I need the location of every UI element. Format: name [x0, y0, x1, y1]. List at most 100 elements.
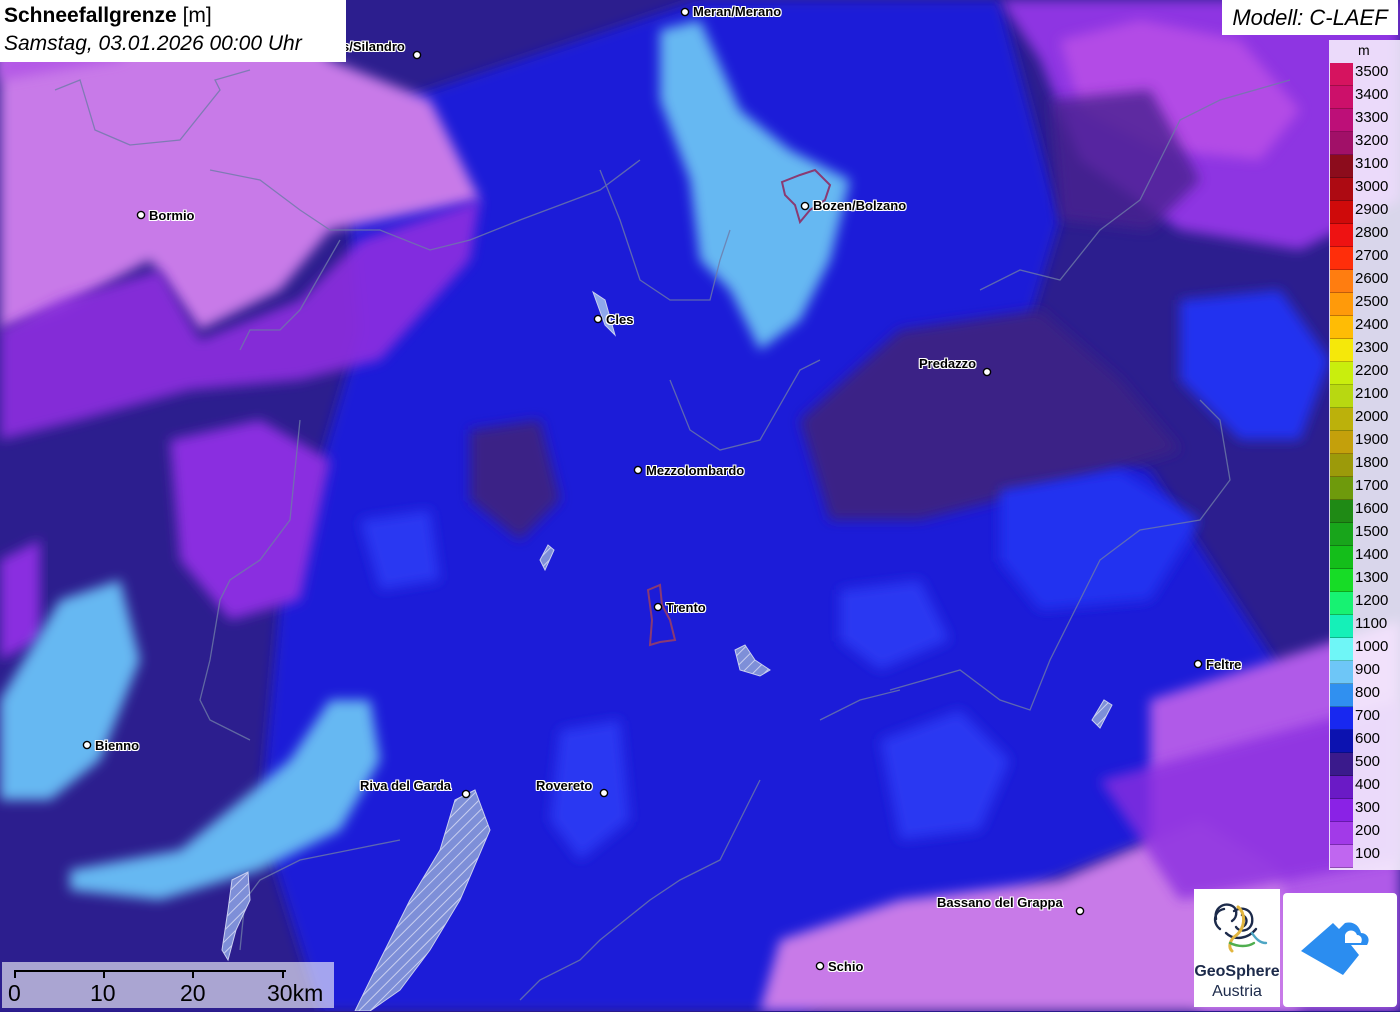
legend-swatch: [1330, 477, 1353, 500]
legend-item: 2500: [1329, 293, 1400, 316]
city-label-meran: Meran/Merano: [693, 4, 782, 19]
legend-swatch: [1330, 845, 1353, 868]
model-label: Modell: C-LAEF: [1222, 0, 1398, 35]
legend-swatch: [1330, 730, 1353, 753]
city-label-bozen: Bozen/Bolzano: [813, 198, 907, 213]
city-label-feltre: Feltre: [1206, 657, 1242, 672]
legend-item: 600: [1329, 730, 1400, 753]
geosphere-emblem-icon: [1213, 903, 1268, 953]
legend-swatch: [1330, 822, 1353, 845]
legend-swatch: [1330, 293, 1353, 316]
city-label-bassano: Bassano del Grappa: [937, 895, 1063, 910]
legend-item: 1300: [1329, 569, 1400, 592]
legend-item: 1200: [1329, 592, 1400, 615]
city-label-predazzo: Predazzo: [919, 356, 977, 371]
scale-bar-tick: [192, 970, 194, 978]
legend-label: 1700: [1355, 477, 1389, 494]
legend-item: 3400: [1329, 86, 1400, 109]
legend-label: 1900: [1355, 431, 1389, 448]
city-label-bienno: Bienno: [95, 738, 140, 753]
legend-label: 1800: [1355, 454, 1389, 471]
city-label-silandro: s/Silandro: [342, 39, 405, 54]
legend-label: 1000: [1355, 638, 1389, 655]
legend-item: 900: [1329, 661, 1400, 684]
legend-item: 2700: [1329, 247, 1400, 270]
legend-swatch: [1330, 109, 1353, 132]
legend-item: 700: [1329, 707, 1400, 730]
legend-item: 2100: [1329, 385, 1400, 408]
legend-item: 2200: [1329, 362, 1400, 385]
legend-swatch: [1330, 546, 1353, 569]
legend-label: 700: [1355, 707, 1381, 724]
legend-swatch: [1330, 362, 1353, 385]
legend-label: 2800: [1355, 224, 1389, 241]
legend-item: 1800: [1329, 454, 1400, 477]
color-legend: m 3500 3400 3300 3200 3100 3000 2900 2800 2700 26…: [1329, 40, 1400, 870]
legend-label: 2500: [1355, 293, 1389, 310]
legend-item: 1600: [1329, 500, 1400, 523]
scale-label-0: 0: [8, 980, 21, 1006]
legend-item: 1000: [1329, 638, 1400, 661]
legend-item: 1700: [1329, 477, 1400, 500]
legend-swatch: [1330, 523, 1353, 546]
legend-label: 500: [1355, 753, 1381, 770]
legend-label: 2900: [1355, 201, 1389, 218]
legend-swatch: [1330, 270, 1353, 293]
snowfall-map[interactable]: [0, 0, 1400, 1011]
legend-swatch: [1330, 776, 1353, 799]
legend-item: 1400: [1329, 546, 1400, 569]
contour-fills: [0, 0, 1400, 1011]
legend-swatch: [1330, 592, 1353, 615]
legend-swatch: [1330, 63, 1353, 86]
legend-label: 3300: [1355, 109, 1389, 126]
legend-swatch: [1330, 247, 1353, 270]
city-label-schio: Schio: [828, 959, 864, 974]
legend-label: 300: [1355, 799, 1381, 816]
legend-label: 1200: [1355, 592, 1389, 609]
legend-label: 2300: [1355, 339, 1389, 356]
legend-swatch: [1330, 316, 1353, 339]
city-label-trento: Trento: [666, 600, 706, 615]
city-label-mezzolombardo: Mezzolombardo: [646, 463, 745, 478]
legend-item: 3200: [1329, 132, 1400, 155]
geosphere-logo[interactable]: GeoSphere Austria: [1194, 889, 1280, 1007]
legend-item: 400: [1329, 776, 1400, 799]
legend-label: 3100: [1355, 155, 1389, 172]
app-logo[interactable]: [1283, 893, 1397, 1007]
legend-item: 800: [1329, 684, 1400, 707]
legend-label: 2400: [1355, 316, 1389, 333]
legend-label: 100: [1355, 845, 1381, 862]
city-label-cles: Cles: [606, 312, 634, 327]
legend-unit: m: [1358, 42, 1370, 58]
scale-bar-tick: [103, 970, 105, 978]
legend-item: 3300: [1329, 109, 1400, 132]
legend-swatch: [1330, 661, 1353, 684]
city-label-riva-del-garda: Riva del Garda: [360, 778, 452, 793]
legend-label: 2200: [1355, 362, 1389, 379]
legend-label: 3000: [1355, 178, 1389, 195]
legend-item: 3000: [1329, 178, 1400, 201]
legend-item: 500: [1329, 753, 1400, 776]
legend-label: 2700: [1355, 247, 1389, 264]
legend-label: 400: [1355, 776, 1381, 793]
legend-item: 1900: [1329, 431, 1400, 454]
legend-label: 600: [1355, 730, 1381, 747]
scale-bar-tick: [282, 970, 284, 978]
legend-label: 3400: [1355, 86, 1389, 103]
legend-swatch: [1330, 385, 1353, 408]
scale-label-30km: 30km: [267, 980, 324, 1006]
legend-swatch: [1330, 201, 1353, 224]
legend-swatch: [1330, 753, 1353, 776]
legend-swatch: [1330, 454, 1353, 477]
legend-item: 200: [1329, 822, 1400, 845]
legend-swatch: [1330, 224, 1353, 247]
title-unit: [m]: [182, 4, 212, 27]
legend-swatch: [1330, 799, 1353, 822]
legend-label: 2100: [1355, 385, 1389, 402]
legend-label: 3200: [1355, 132, 1389, 149]
scale-bar: 0 10 20 30km: [2, 962, 334, 1008]
legend-swatch: [1330, 86, 1353, 109]
legend-item: 100: [1329, 845, 1400, 868]
legend-label: 900: [1355, 661, 1381, 678]
title-datetime: Samstag, 03.01.2026 00:00 Uhr: [4, 32, 302, 55]
